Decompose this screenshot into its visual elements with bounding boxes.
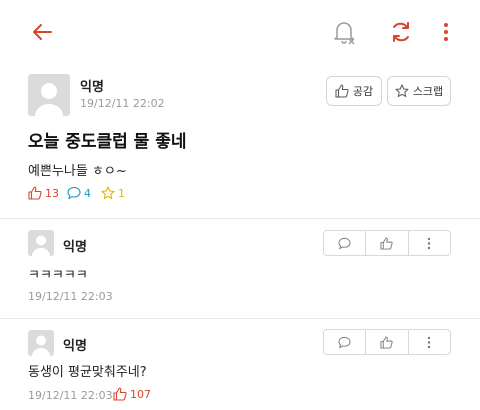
comment-actions <box>323 329 451 355</box>
post-like-label: 공감 <box>352 85 374 98</box>
post-scraps-value: 1 <box>118 186 125 200</box>
back-button[interactable] <box>28 20 56 44</box>
post-title: 오늘 중도클럽 물 좋네 <box>28 132 187 152</box>
post-likes-value: 13 <box>45 186 59 200</box>
comment-icon <box>338 336 351 349</box>
thumbs-up-icon <box>335 84 349 98</box>
thumbs-up-icon <box>113 387 127 401</box>
more-options-button[interactable] <box>436 18 456 46</box>
star-icon <box>101 186 115 200</box>
comment-like-button[interactable] <box>366 231 409 255</box>
comment-author: 익명 <box>63 339 87 354</box>
comment-icon <box>67 186 81 200</box>
post-scrap-button[interactable]: 스크랩 <box>387 76 451 106</box>
thumbs-up-icon <box>380 236 394 250</box>
post-likes-count: 13 <box>28 186 59 200</box>
bell-off-icon <box>334 22 355 45</box>
more-vertical-icon <box>428 237 431 249</box>
comment-author: 익명 <box>63 240 87 255</box>
comment-more-button[interactable] <box>409 231 450 255</box>
more-vertical-icon <box>444 23 448 41</box>
comment-likes-count: 107 <box>113 387 151 401</box>
comment-icon <box>338 237 351 250</box>
post-body: 예쁜누나들 ㅎㅇ~ <box>28 164 127 179</box>
post-scrap-label: 스크랩 <box>412 85 444 98</box>
comment-actions <box>323 230 451 256</box>
post-comments-value: 4 <box>84 186 91 200</box>
refresh-icon <box>393 22 409 42</box>
comment-timestamp: 19/12/11 22:03 <box>28 290 113 303</box>
post-scraps-count: 1 <box>101 186 125 200</box>
comment-like-button[interactable] <box>366 330 409 354</box>
comment-text: 동생이 평균맞춰주네? <box>28 365 147 380</box>
thumbs-up-icon <box>28 186 42 200</box>
avatar <box>28 230 54 256</box>
divider <box>0 218 480 219</box>
avatar <box>28 330 54 356</box>
more-vertical-icon <box>428 336 431 348</box>
star-icon <box>395 84 409 97</box>
comment-text: ㅋㅋㅋㅋㅋ <box>28 268 88 283</box>
post-comments-count: 4 <box>67 186 91 200</box>
refresh-button[interactable] <box>387 18 415 46</box>
arrow-left-icon <box>33 24 52 40</box>
comment-reply-button[interactable] <box>324 330 367 354</box>
comment-reply-button[interactable] <box>324 231 367 255</box>
post-author: 익명 <box>80 80 104 95</box>
comment-timestamp: 19/12/11 22:03 <box>28 389 113 402</box>
avatar <box>28 74 70 116</box>
comment-more-button[interactable] <box>409 330 450 354</box>
notification-toggle-button[interactable] <box>330 18 358 46</box>
thumbs-up-icon <box>380 335 394 349</box>
post-timestamp: 19/12/11 22:02 <box>80 97 165 110</box>
post-like-button[interactable]: 공감 <box>326 76 382 106</box>
divider <box>0 318 480 319</box>
comment-likes-value: 107 <box>130 387 151 401</box>
